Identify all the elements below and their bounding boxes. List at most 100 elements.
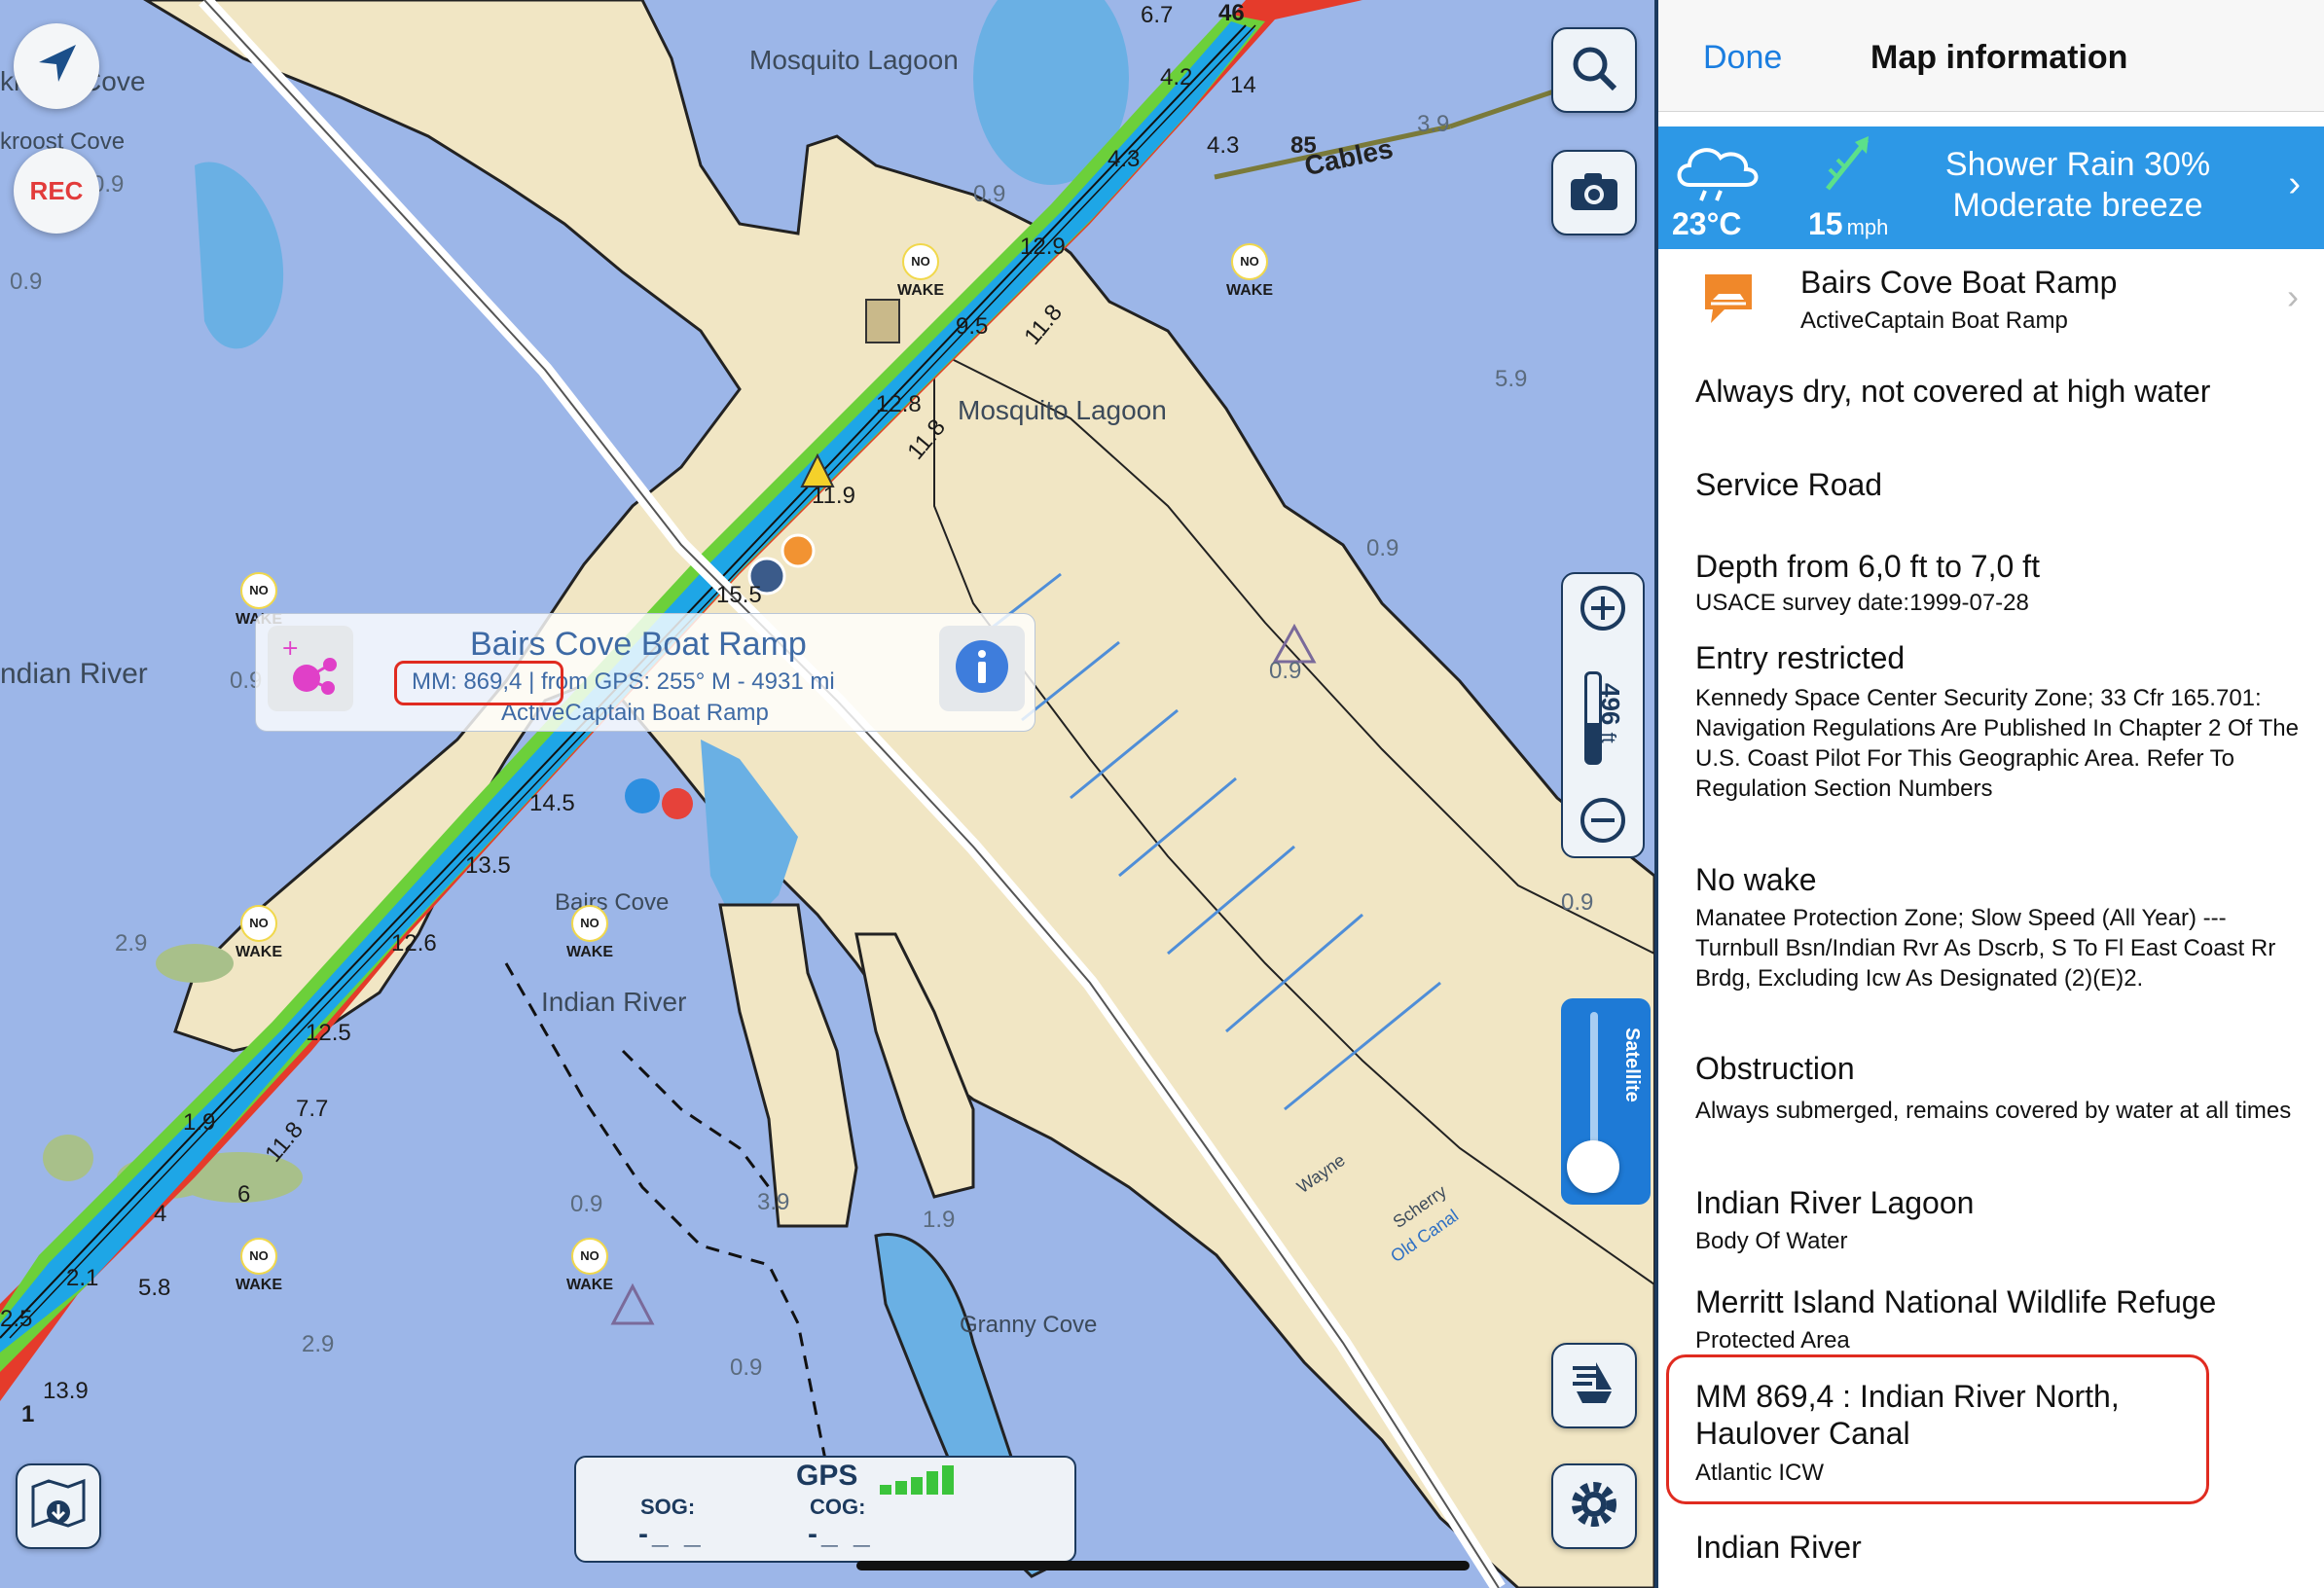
slider-track <box>1590 1012 1598 1158</box>
depth-sounding: 13.5 <box>465 852 511 879</box>
no-wake-sign[interactable]: NOWAKE <box>564 905 615 961</box>
depth-sounding: 7.7 <box>296 1096 329 1122</box>
row-title: Service Road <box>1695 467 1883 502</box>
info-row-entry-restricted[interactable]: Entry restricted Kennedy Space Center Se… <box>1658 629 2324 851</box>
panel-title: Map information <box>1870 39 2128 76</box>
depth-sounding: 12.9 <box>1020 234 1066 260</box>
row-title: Depth from 6,0 ft to 7,0 ft <box>1695 549 2040 584</box>
depth-sounding: 14 <box>1230 72 1256 98</box>
location-button[interactable] <box>14 23 99 109</box>
no-wake-sign[interactable]: NOWAKE <box>234 1238 284 1294</box>
info-row-depth[interactable]: Depth from 6,0 ft to 7,0 ft USACE survey… <box>1658 531 2324 630</box>
record-button[interactable]: REC <box>14 148 99 234</box>
depth-sounding: 4.3 <box>1108 146 1141 172</box>
info-row[interactable]: Indian River <box>1658 1500 2324 1588</box>
info-row[interactable]: Service Road <box>1658 438 2324 532</box>
no-wake-sign[interactable]: NOWAKE <box>1224 243 1275 300</box>
charts-download-button[interactable] <box>16 1463 101 1549</box>
place-label: ndian River <box>0 658 148 690</box>
home-indicator[interactable] <box>856 1561 1470 1570</box>
row-subtitle: Protected Area <box>1695 1327 1850 1353</box>
no-wake-sign[interactable]: NOWAKE <box>564 1238 615 1294</box>
panel-header: Done Map information <box>1658 0 2324 112</box>
info-row-obstruction[interactable]: Obstruction Always submerged, remains co… <box>1658 1041 2324 1173</box>
poi-popup[interactable]: + Bairs Cove Boat Ramp MM: 869,4 | from … <box>255 613 1035 732</box>
plus-icon <box>1579 586 1627 636</box>
no-wake-sign[interactable]: NOWAKE <box>895 243 946 300</box>
row-subtitle: Kennedy Space Center Security Zone; 33 C… <box>1695 685 2299 802</box>
info-row-boat-ramp[interactable]: Bairs Cove Boat Ramp ActiveCaptain Boat … <box>1658 249 2324 347</box>
place-label: Granny Cove <box>960 1312 1098 1338</box>
settings-button[interactable] <box>1551 1463 1637 1549</box>
row-subtitle: Always submerged, remains covered by wat… <box>1695 1098 2292 1124</box>
row-title: Entry restricted <box>1695 640 1906 675</box>
depth-sounding: 12.6 <box>391 930 437 956</box>
boat-wind-icon <box>1567 1358 1621 1414</box>
done-button[interactable]: Done <box>1703 39 1782 77</box>
row-subtitle: Manatee Protection Zone; Slow Speed (All… <box>1695 905 2276 992</box>
highlight-circle <box>394 661 563 705</box>
wind-arrow-icon <box>1818 132 1876 199</box>
depth-sounding: 0.9 <box>10 269 43 295</box>
boat-ramp-icon <box>1697 269 1760 332</box>
wind-boat-button[interactable] <box>1551 1343 1637 1428</box>
depth-sounding: 2.9 <box>302 1331 335 1357</box>
boat-ramp-badge: + <box>268 626 353 711</box>
route-pin-icon: + <box>268 636 353 715</box>
sog-value: -_ _ <box>638 1518 705 1550</box>
sog-label: SOG: <box>640 1495 696 1519</box>
depth-sounding: 9.5 <box>956 313 989 340</box>
wind-description: Moderate breeze <box>1952 187 2203 224</box>
place-label: Mosquito Lagoon <box>958 395 1167 425</box>
search-button[interactable] <box>1551 27 1637 113</box>
rain-cloud-icon <box>1670 136 1763 209</box>
no-wake-sign[interactable]: NOWAKE <box>234 905 284 961</box>
weather-banner[interactable]: 23°C 15 mph Shower Rain 30% Moderate bree… <box>1658 126 2324 249</box>
zoom-control: 496 ft <box>1561 572 1645 858</box>
row-title: Indian River Lagoon <box>1695 1185 1975 1220</box>
depth-sounding: 5.9 <box>1495 366 1528 392</box>
depth-sounding: 6 <box>237 1181 251 1208</box>
depth-sounding: 0.9 <box>1366 535 1399 561</box>
place-label: Indian River <box>541 987 687 1017</box>
wind-speed: 15 mph <box>1808 206 1889 241</box>
depth-sounding: 14.5 <box>529 790 575 816</box>
slider-knob[interactable] <box>1567 1140 1619 1193</box>
info-row-no-wake[interactable]: No wake Manatee Protection Zone; Slow Sp… <box>1658 850 2324 1042</box>
depth-sounding: 1.9 <box>923 1207 956 1233</box>
depth-sounding: 3.9 <box>1417 111 1450 137</box>
camera-icon <box>1569 169 1619 217</box>
row-title: Always dry, not covered at high water <box>1695 374 2211 409</box>
map-information-panel: Done Map information 23°C 15 mph Shower R… <box>1654 0 2324 1588</box>
temperature: 23°C <box>1672 206 1742 241</box>
depth-sounding: 15.5 <box>716 582 762 608</box>
row-title: Merritt Island National Wildlife Refuge <box>1695 1284 2217 1319</box>
chevron-right-icon: › <box>2288 163 2301 204</box>
cables-number: 85 <box>1290 132 1317 159</box>
row-title: No wake <box>1695 862 1817 897</box>
depth-sounding: 6.7 <box>1141 2 1174 28</box>
row-title: Bairs Cove Boat Ramp <box>1800 265 2118 300</box>
info-row[interactable]: Always dry, not covered at high water <box>1658 346 2324 439</box>
row-subtitle: ActiveCaptain Boat Ramp <box>1800 307 2068 334</box>
chart-map[interactable]: Mosquito Lagoon Mosquito Lagoon ndian Ri… <box>0 0 1654 1588</box>
depth-sounding: 11.9 <box>812 483 855 509</box>
depth-sounding: 0.9 <box>1561 889 1594 916</box>
zoom-in-button[interactable] <box>1579 584 1627 637</box>
row-title: Obstruction <box>1695 1051 1855 1086</box>
depth-sounding: 0.9 <box>570 1191 603 1217</box>
zoom-out-button[interactable] <box>1579 796 1627 849</box>
scale-readout: 496 ft <box>1596 683 1625 743</box>
info-icon <box>954 638 1010 700</box>
depth-sounding: 4 <box>154 1201 167 1227</box>
depth-sounding: 0.9 <box>973 181 1006 207</box>
info-button[interactable] <box>939 626 1025 711</box>
depth-sounding: 1.9 <box>183 1109 216 1136</box>
gps-title: GPS <box>796 1460 858 1492</box>
depth-sounding: 4.3 <box>1207 132 1240 159</box>
row-title: Indian River <box>1695 1530 1862 1565</box>
info-row-lagoon[interactable]: Indian River Lagoon Body Of Water <box>1658 1172 2324 1270</box>
camera-button[interactable] <box>1551 150 1637 235</box>
satellite-slider[interactable]: Satellite <box>1561 998 1651 1205</box>
gps-status-panel[interactable]: GPS SOG: COG: -_ _ -_ _ <box>574 1456 1076 1563</box>
